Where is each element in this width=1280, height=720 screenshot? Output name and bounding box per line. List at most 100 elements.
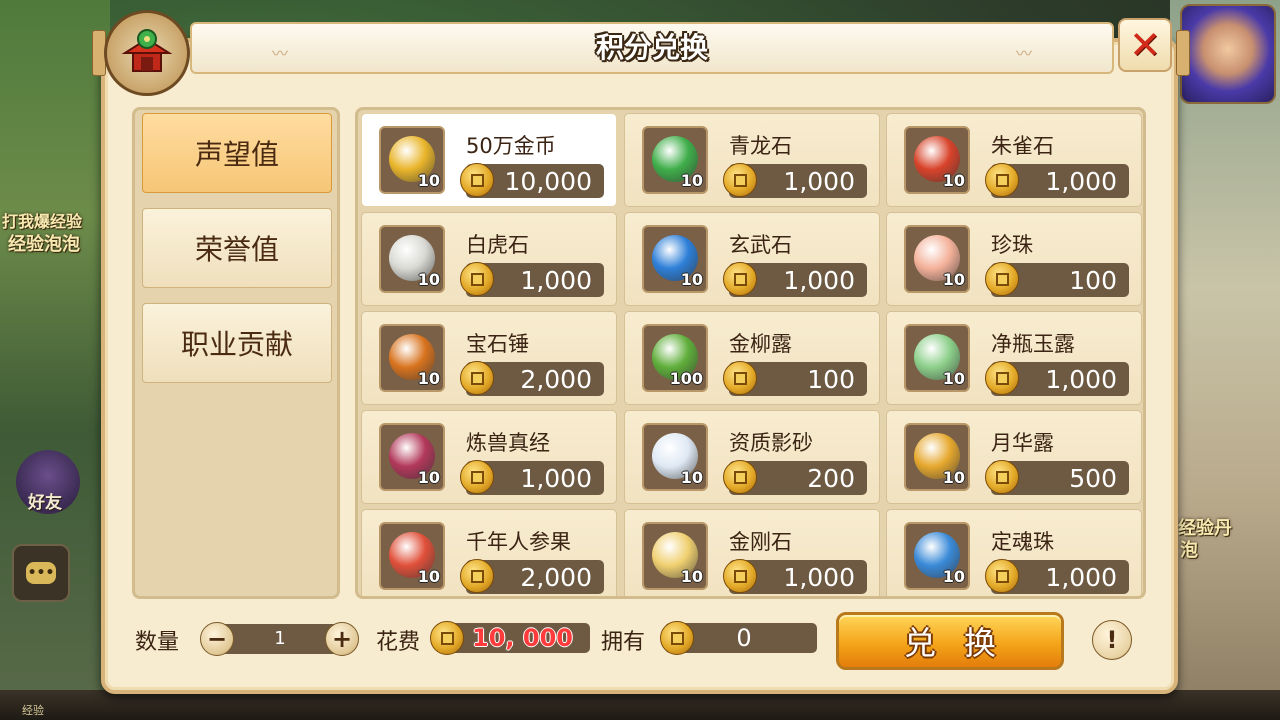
item-frame: 10 xyxy=(904,522,970,590)
item-cell[interactable]: 10 白虎石 1,000 xyxy=(361,212,617,306)
close-icon: ✕ xyxy=(1129,23,1161,67)
item-price: 2,000 xyxy=(460,361,604,396)
title-swirl-right-icon: 〰 xyxy=(1015,44,1032,63)
item-frame: 10 xyxy=(904,225,970,293)
item-price-value: 1,000 xyxy=(783,563,855,592)
item-price-value: 1,000 xyxy=(520,266,592,295)
item-name: 50万金币 xyxy=(466,134,556,158)
item-cell[interactable]: 10 千年人参果 2,000 xyxy=(361,509,617,596)
item-count: 10 xyxy=(942,171,965,190)
item-frame: 100 xyxy=(642,324,708,392)
coin-icon xyxy=(460,559,494,593)
item-price-value: 1,000 xyxy=(783,167,855,196)
coin-icon xyxy=(723,163,757,197)
item-price: 1,000 xyxy=(460,460,604,495)
player-avatar[interactable] xyxy=(1180,4,1276,104)
panel-pillar-right xyxy=(1176,30,1190,76)
item-cell[interactable]: 10 金刚石 1,000 xyxy=(624,509,880,596)
close-button[interactable]: ✕ xyxy=(1118,18,1172,72)
item-count: 10 xyxy=(680,567,703,586)
item-price-value: 2,000 xyxy=(520,563,592,592)
quantity-value[interactable]: 1 xyxy=(262,624,298,654)
item-cell[interactable]: 10 青龙石 1,000 xyxy=(624,113,880,207)
item-name: 炼兽真经 xyxy=(466,431,550,455)
decrease-quantity-button[interactable]: − xyxy=(200,622,234,656)
item-cell[interactable]: 10 玄武石 1,000 xyxy=(624,212,880,306)
item-count: 10 xyxy=(680,171,703,190)
owned-coin-icon xyxy=(660,621,694,655)
item-cell[interactable]: 10 净瓶玉露 1,000 xyxy=(886,311,1142,405)
item-price: 1,000 xyxy=(460,262,604,297)
item-cell[interactable]: 10 资质影砂 200 xyxy=(624,410,880,504)
cost-value: 10, 000 xyxy=(472,624,573,652)
coin-icon xyxy=(985,262,1019,296)
item-frame: 10 xyxy=(379,423,445,491)
item-name: 资质影砂 xyxy=(729,431,813,455)
item-cell[interactable]: 10 50万金币 10,000 xyxy=(361,113,617,207)
exp-bar-label: 经验 xyxy=(22,704,44,717)
item-price-value: 1,000 xyxy=(783,266,855,295)
item-count: 10 xyxy=(417,567,440,586)
item-price: 1,000 xyxy=(985,361,1129,396)
currency-tab-list: 声望值 荣誉值 职业贡献 xyxy=(132,107,340,599)
item-price-value: 500 xyxy=(1069,464,1117,493)
chat-button[interactable]: ••• xyxy=(12,544,70,602)
friends-label: 好友 xyxy=(28,493,62,513)
owned-value: 0 xyxy=(736,624,752,652)
item-cell[interactable]: 10 定魂珠 1,000 xyxy=(886,509,1142,596)
info-button[interactable]: ! xyxy=(1092,620,1132,660)
background-scene-left xyxy=(0,0,110,720)
item-count: 10 xyxy=(680,270,703,289)
item-name: 白虎石 xyxy=(466,233,529,257)
coin-icon xyxy=(460,460,494,494)
item-cell[interactable]: 100 金柳露 100 xyxy=(624,311,880,405)
item-cell[interactable]: 10 月华露 500 xyxy=(886,410,1142,504)
item-count: 10 xyxy=(942,468,965,487)
item-cell[interactable]: 10 珍珠 100 xyxy=(886,212,1142,306)
item-price: 100 xyxy=(985,262,1129,297)
item-count: 10 xyxy=(417,270,440,289)
title-bar: 〰 积分兑换 〰 xyxy=(190,22,1114,74)
item-name: 净瓶玉露 xyxy=(991,332,1075,356)
exchange-button[interactable]: 兑换 xyxy=(836,612,1064,670)
item-name: 千年人参果 xyxy=(466,530,571,554)
item-price: 2,000 xyxy=(460,559,604,594)
item-price-value: 2,000 xyxy=(520,365,592,394)
item-frame: 10 xyxy=(379,126,445,194)
tab-reputation[interactable]: 声望值 xyxy=(142,113,332,193)
item-frame: 10 xyxy=(379,522,445,590)
coin-icon xyxy=(723,460,757,494)
item-price: 1,000 xyxy=(723,262,867,297)
tab-honor[interactable]: 荣誉值 xyxy=(142,208,332,288)
item-name: 朱雀石 xyxy=(991,134,1054,158)
item-price: 10,000 xyxy=(460,163,604,198)
coin-icon xyxy=(460,163,494,197)
item-name: 青龙石 xyxy=(729,134,792,158)
item-count: 10 xyxy=(680,468,703,487)
item-count: 10 xyxy=(417,369,440,388)
item-cell[interactable]: 10 宝石锤 2,000 xyxy=(361,311,617,405)
item-name: 珍珠 xyxy=(991,233,1033,257)
item-frame: 10 xyxy=(904,423,970,491)
item-frame: 10 xyxy=(379,324,445,392)
item-price-value: 10,000 xyxy=(504,167,592,196)
item-frame: 10 xyxy=(642,522,708,590)
coin-icon xyxy=(723,559,757,593)
item-name: 月华露 xyxy=(991,431,1054,455)
item-cell[interactable]: 10 炼兽真经 1,000 xyxy=(361,410,617,504)
coin-icon xyxy=(985,361,1019,395)
increase-quantity-button[interactable]: + xyxy=(325,622,359,656)
item-count: 10 xyxy=(417,171,440,190)
item-frame: 10 xyxy=(642,423,708,491)
item-cell[interactable]: 10 朱雀石 1,000 xyxy=(886,113,1142,207)
bottom-status-strip xyxy=(0,690,1280,720)
item-price: 100 xyxy=(723,361,867,396)
item-price: 1,000 xyxy=(723,559,867,594)
item-name: 玄武石 xyxy=(729,233,792,257)
coin-icon xyxy=(985,559,1019,593)
coin-icon xyxy=(985,163,1019,197)
tab-profession-contribution[interactable]: 职业贡献 xyxy=(142,303,332,383)
item-frame: 10 xyxy=(904,126,970,194)
background-scene-right xyxy=(1170,0,1280,720)
coin-icon xyxy=(723,361,757,395)
